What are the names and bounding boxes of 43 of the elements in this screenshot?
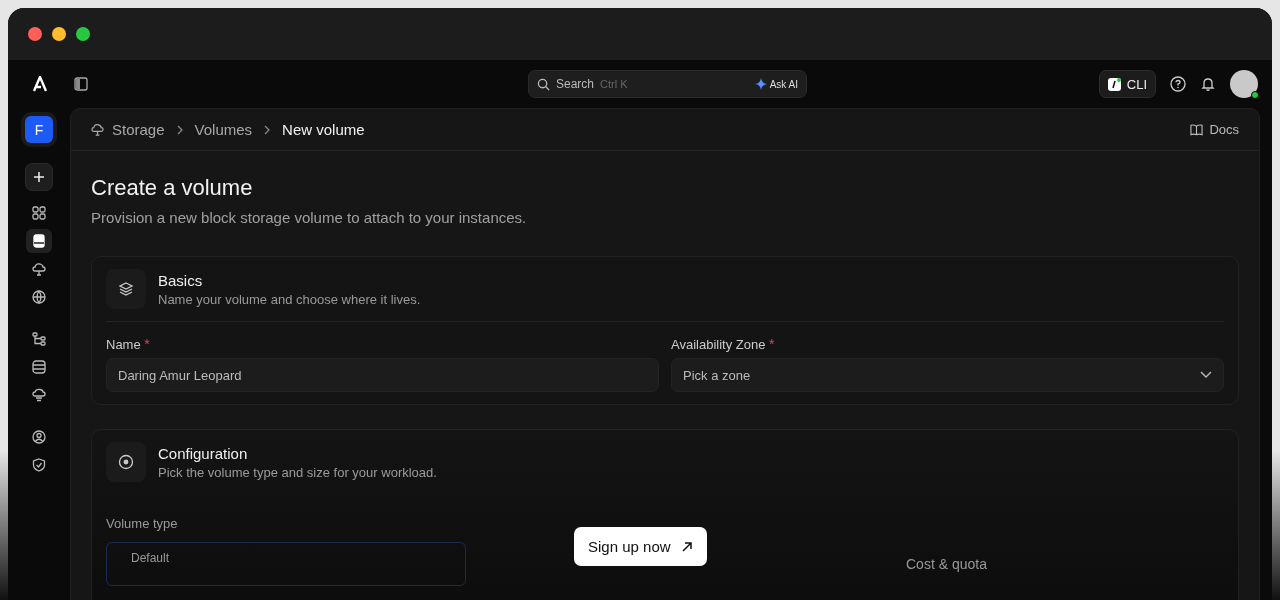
layers-icon: [106, 269, 146, 309]
search-field[interactable]: Search Ctrl K Ask AI: [528, 70, 807, 98]
section-title: Configuration: [158, 444, 249, 462]
docs-link[interactable]: Docs: [1190, 122, 1239, 137]
ask-ai-button[interactable]: Ask AI: [754, 78, 798, 90]
field-label: Availability Zone *: [671, 336, 776, 352]
minimize-window-icon[interactable]: [52, 27, 66, 41]
sidebar-toggle-icon[interactable]: [74, 77, 88, 91]
volume-type-option[interactable]: Default: [106, 542, 466, 586]
arrow-up-right-icon: [680, 540, 693, 553]
page-subtitle: Provision a new block storage volume to attach to your instances.: [91, 209, 528, 226]
workspace-avatar[interactable]: F: [25, 116, 53, 143]
notification-bell-icon[interactable]: [1200, 76, 1216, 92]
field-label: Volume type: [106, 516, 178, 531]
cloud-icon: [91, 123, 104, 136]
breadcrumb-link[interactable]: Storage: [112, 121, 165, 138]
close-window-icon[interactable]: [28, 27, 42, 41]
page-title: Create a volume: [91, 175, 254, 201]
sign-up-button[interactable]: Sign up now: [574, 527, 707, 566]
chevron-down-icon: [1200, 371, 1212, 379]
sparkle-icon: [754, 78, 767, 90]
user-avatar[interactable]: [1230, 70, 1258, 98]
cli-button[interactable]: CLI: [1098, 70, 1156, 98]
section-subtitle: Name your volume and choose where it lives.: [158, 291, 421, 307]
search-icon: [537, 77, 550, 91]
help-icon[interactable]: [1170, 76, 1186, 92]
breadcrumb-link[interactable]: Volumes: [194, 121, 253, 138]
field-label: Name *: [106, 336, 151, 352]
chevron-right-icon: [175, 124, 184, 135]
keyboard-shortcut: Ctrl K: [600, 78, 628, 90]
cost-quota-label: Cost & quota: [906, 556, 987, 572]
search-placeholder: Search: [556, 77, 595, 91]
maximize-window-icon[interactable]: [76, 27, 90, 41]
book-icon: [1190, 123, 1204, 136]
logo-icon[interactable]: [32, 76, 48, 92]
add-icon[interactable]: [25, 163, 53, 191]
zone-dropdown[interactable]: Pick a zone: [671, 358, 1224, 392]
section-title: Basics: [158, 271, 204, 289]
storage-icon[interactable]: [26, 229, 52, 253]
chevron-right-icon: [263, 124, 272, 135]
name-input[interactable]: Daring Amur Leopard: [106, 358, 659, 392]
section-subtitle: Pick the volume type and size for your workload.: [158, 464, 437, 480]
terminal-icon: [1107, 77, 1121, 91]
